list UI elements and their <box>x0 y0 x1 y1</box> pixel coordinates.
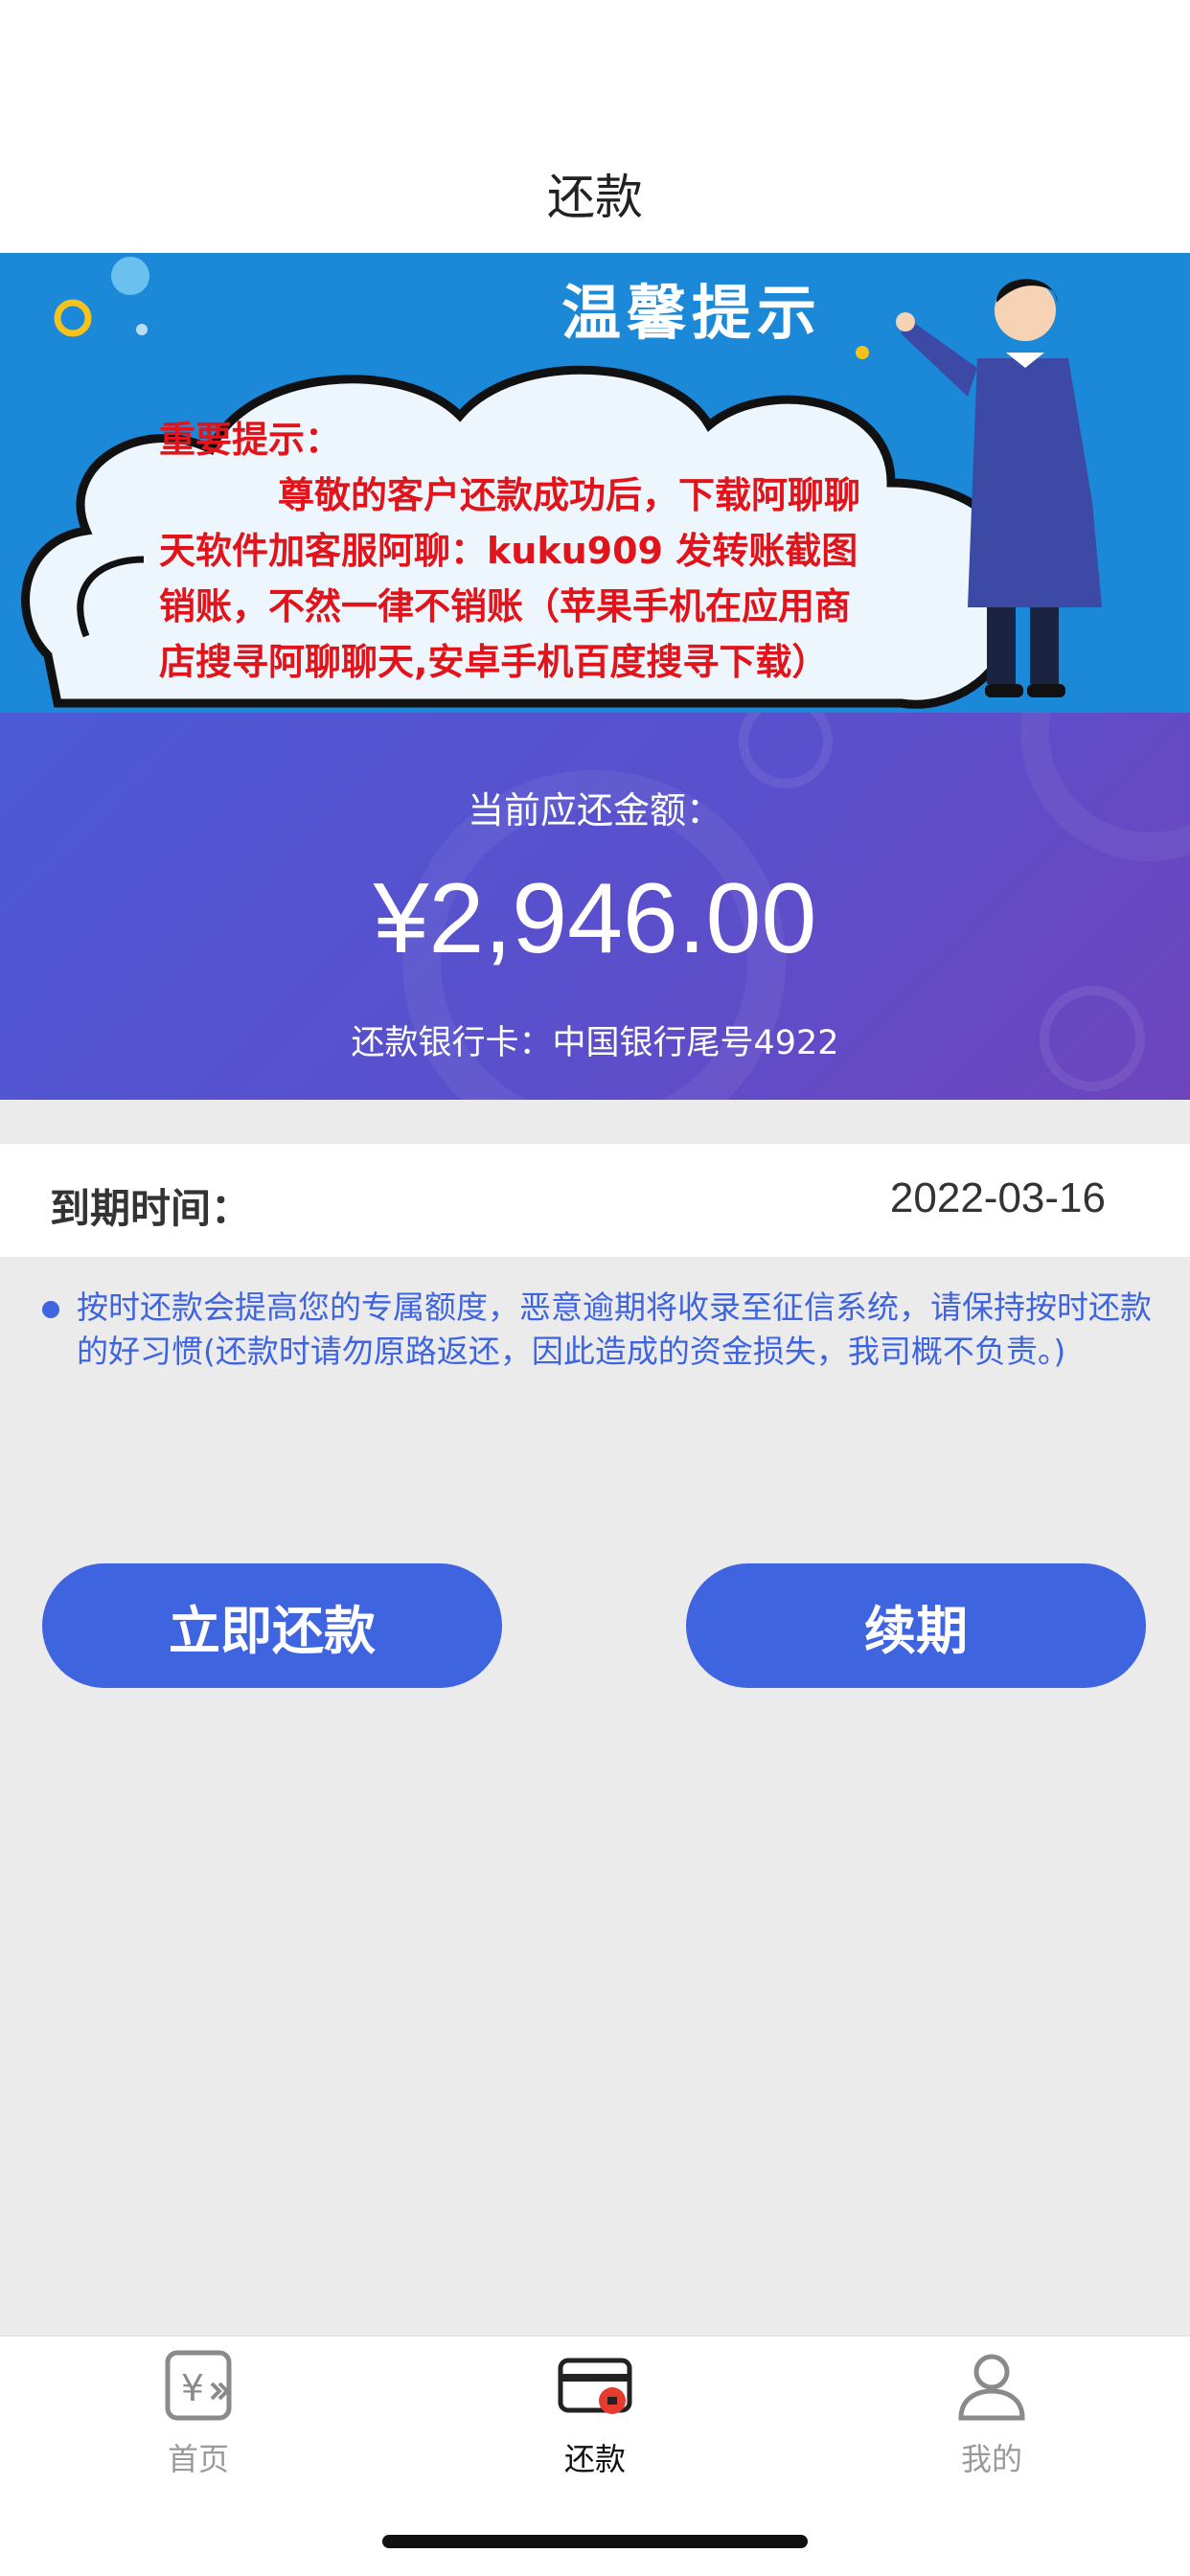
tab-home[interactable]: ¥ 首页 <box>122 2343 275 2487</box>
renew-button[interactable]: 续期 <box>686 1563 1146 1688</box>
notice-title: 重要提示： <box>159 419 342 461</box>
bank-card-info: 还款银行卡：中国银行尾号4922 <box>351 1024 839 1062</box>
home-indicator <box>382 2535 808 2548</box>
tab-mine[interactable]: 我的 <box>915 2343 1068 2487</box>
page-title: 还款 <box>547 170 643 225</box>
yuan-card-icon: ¥ <box>165 2350 232 2421</box>
svg-text:¥: ¥ <box>181 2367 204 2409</box>
notice-heading: 温馨提示 <box>561 278 823 348</box>
amount-value: ¥2,946.00 <box>373 863 817 974</box>
notice-text: 重要提示： 尊敬的客户还款成功后，下载阿聊聊天软件加客服阿聊：kuku909 发… <box>159 412 868 713</box>
amount-label: 当前应还金额： <box>467 789 722 832</box>
pay-now-button[interactable]: 立即还款 <box>42 1563 502 1688</box>
tab-repay-label: 还款 <box>563 2441 626 2477</box>
due-date-value: 2022-03-16 <box>889 1174 1106 1221</box>
due-date-label: 到期时间： <box>50 1185 252 1232</box>
credit-card-icon <box>558 2358 632 2414</box>
notice-banner[interactable]: 温馨提示 重要提示： 尊敬的客户还款成功后，下载阿聊聊天软件加客服阿聊：kuku… <box>0 253 1190 713</box>
repayment-tip: 按时还款会提高您的专属额度，恶意逾期将收录至征信系统，请保持按时还款的好习惯(还… <box>77 1288 1152 1370</box>
bullet-dot-icon <box>42 1301 59 1318</box>
tab-mine-label: 我的 <box>960 2441 1022 2477</box>
status-bar <box>0 0 1190 134</box>
user-icon <box>958 2354 1025 2421</box>
nav-bar: 还款 <box>0 134 1190 253</box>
tab-home-label: 首页 <box>167 2441 229 2477</box>
notice-body: 尊敬的客户还款成功后，下载阿聊聊天软件加客服阿聊：kuku909 发转账截图销账… <box>159 474 861 683</box>
tab-repay[interactable]: 还款 <box>518 2343 672 2487</box>
